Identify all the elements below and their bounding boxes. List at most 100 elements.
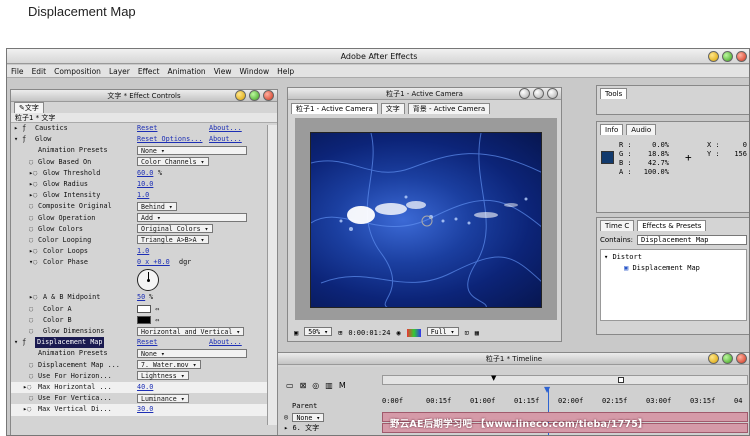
- timecode[interactable]: 0:00:01:24: [348, 327, 390, 339]
- close-button[interactable]: [736, 353, 747, 364]
- color-phase-dial[interactable]: [137, 269, 159, 292]
- work-area-end-handle[interactable]: [618, 377, 624, 383]
- close-button[interactable]: [736, 51, 747, 62]
- menu-effect[interactable]: Effect: [134, 65, 164, 77]
- displacement-map-layer-dropdown[interactable]: 7. Water.mov: [137, 360, 201, 370]
- safe-zones-icon[interactable]: ▣: [294, 327, 298, 339]
- tick-6: 03:00f: [646, 397, 672, 405]
- rgba-labels: R :G :B :A :: [619, 141, 632, 176]
- timeline-row-layer[interactable]: ▸ 6. 文字: [284, 423, 319, 433]
- eyedropper-icon[interactable]: ⇔: [155, 305, 159, 313]
- max-vertical-value[interactable]: 30.0: [137, 404, 153, 415]
- animation-presets-dropdown[interactable]: None: [137, 145, 247, 155]
- color-phase-value[interactable]: 0 x +0.0: [137, 257, 170, 268]
- zoom-button[interactable]: [722, 51, 733, 62]
- tab-active-camera[interactable]: 粒子1 - Active Camera: [291, 103, 378, 114]
- color-loops-value[interactable]: 1.0: [137, 246, 149, 257]
- menu-help[interactable]: Help: [273, 65, 298, 77]
- time-ruler[interactable]: 0:00f 00:15f 01:00f 01:15f 02:00f 02:15f…: [382, 397, 748, 409]
- menu-edit[interactable]: Edit: [28, 65, 51, 77]
- about-link[interactable]: About...: [209, 123, 242, 134]
- glow-dimensions-dropdown[interactable]: Horizontal and Vertical: [137, 326, 245, 336]
- menu-bar: File Edit Composition Layer Effect Anima…: [7, 65, 749, 78]
- zoom-button[interactable]: [533, 88, 544, 99]
- work-area-start-icon[interactable]: ▼: [491, 374, 496, 382]
- work-area-bar[interactable]: ▼: [382, 374, 748, 385]
- zoom-dropdown[interactable]: 50%: [304, 327, 333, 336]
- grid-icon[interactable]: ⊞: [338, 327, 342, 339]
- param-glow-intensity: ▸◌ Glow Intensity 1.0: [29, 190, 150, 201]
- snapshot-icon[interactable]: ◉: [396, 327, 400, 339]
- composition-viewer[interactable]: [295, 118, 557, 320]
- reset-options-link[interactable]: Reset Options...: [137, 134, 202, 145]
- max-horizontal-value[interactable]: 40.0: [137, 382, 153, 393]
- tab-time-controls[interactable]: Time C: [600, 220, 635, 231]
- use-for-vertical-dropdown[interactable]: Luminance: [137, 393, 189, 403]
- glow-colors-dropdown[interactable]: Original Colors: [137, 224, 213, 234]
- effect-row-glow[interactable]: ▾ ƒ Glow Reset Options... About...: [11, 134, 277, 145]
- minimize-button[interactable]: [708, 51, 719, 62]
- minimize-button[interactable]: [235, 90, 246, 101]
- close-button[interactable]: [547, 88, 558, 99]
- tab-audio[interactable]: Audio: [626, 124, 657, 135]
- marker-icon[interactable]: M: [339, 381, 346, 390]
- tab-tools[interactable]: Tools: [600, 88, 628, 99]
- tab-background[interactable]: 背景 - Active Camera: [407, 103, 491, 114]
- composition-title: 粒子1 - Active Camera: [386, 90, 463, 98]
- reset-link[interactable]: Reset: [137, 337, 157, 348]
- region-of-interest-icon[interactable]: ⊡: [465, 327, 469, 339]
- contains-row: Contains: Displacement Map: [597, 231, 749, 249]
- menu-layer[interactable]: Layer: [105, 65, 134, 77]
- close-button[interactable]: [263, 90, 274, 101]
- glow-radius-value[interactable]: 10.0: [137, 179, 153, 190]
- graph-icon[interactable]: ▥: [325, 381, 333, 390]
- menu-view[interactable]: View: [210, 65, 236, 77]
- minimize-button[interactable]: [519, 88, 530, 99]
- glow-based-on-dropdown[interactable]: Color Channels: [137, 157, 209, 167]
- zoom-button[interactable]: [722, 353, 733, 364]
- tree-item-displacement-map[interactable]: ▣ Displacement Map: [604, 264, 743, 272]
- about-link[interactable]: About...: [209, 337, 242, 348]
- dm-animation-presets-dropdown[interactable]: None: [137, 348, 247, 358]
- composite-original-dropdown[interactable]: Behind: [137, 201, 177, 211]
- eyedropper-icon[interactable]: ⇔: [155, 316, 159, 324]
- about-link[interactable]: About...: [209, 134, 242, 145]
- draft-3d-icon[interactable]: ⊠: [300, 381, 307, 390]
- param-glow-colors: ◌ Glow Colors Original Colors: [11, 224, 277, 235]
- parent-dropdown[interactable]: None: [292, 412, 325, 422]
- resolution-dropdown[interactable]: Full: [426, 327, 459, 336]
- zoom-button[interactable]: [249, 90, 260, 101]
- minimize-button[interactable]: [708, 353, 719, 364]
- tree-category-distort[interactable]: ▾ Distort: [604, 253, 743, 261]
- tab-text-layer[interactable]: 文字: [380, 103, 405, 114]
- tab-effects-presets[interactable]: Effects & Presets: [637, 220, 707, 231]
- color-b-swatch[interactable]: [137, 315, 151, 324]
- tab-info[interactable]: Info: [600, 124, 624, 135]
- param-composite-original: ◌ Composite Original Behind: [11, 201, 277, 212]
- shy-icon[interactable]: ▭: [286, 381, 294, 390]
- glow-threshold-value[interactable]: 60.0: [137, 168, 153, 179]
- disclosure-triangle-icon[interactable]: ▾: [604, 253, 608, 261]
- menu-file[interactable]: File: [7, 65, 28, 77]
- menu-composition[interactable]: Composition: [50, 65, 105, 77]
- effect-controls-scrollbar[interactable]: [267, 125, 277, 425]
- effect-row-caustics[interactable]: ▸ ƒ Caustics Reset About...: [11, 123, 277, 134]
- effects-tree: ▾ Distort ▣ Displacement Map: [600, 249, 747, 321]
- effect-row-displacement-map[interactable]: ▾ ƒ Displacement Map Reset About...: [11, 337, 277, 349]
- glow-operation-dropdown[interactable]: Add: [137, 213, 247, 222]
- tab-layer[interactable]: ✎文字: [14, 102, 44, 113]
- reset-link[interactable]: Reset: [137, 123, 157, 134]
- color-a-swatch[interactable]: [137, 304, 151, 313]
- color-looping-dropdown[interactable]: Triangle A>B>A: [137, 235, 209, 245]
- glow-intensity-value[interactable]: 1.0: [137, 190, 149, 201]
- ab-midpoint-value[interactable]: 50: [137, 292, 145, 303]
- channels-icon[interactable]: [406, 329, 421, 337]
- transparency-grid-icon[interactable]: ▦: [475, 327, 479, 339]
- param-max-vertical: ▸◌ Max Vertical Di... 30.0: [11, 404, 277, 416]
- motion-blur-icon[interactable]: ◎: [312, 381, 319, 390]
- playhead-icon[interactable]: ▼: [544, 385, 550, 394]
- menu-animation[interactable]: Animation: [163, 65, 209, 77]
- menu-window[interactable]: Window: [236, 65, 274, 77]
- use-for-horizontal-dropdown[interactable]: Lightness: [137, 371, 189, 381]
- contains-input[interactable]: Displacement Map: [637, 235, 747, 245]
